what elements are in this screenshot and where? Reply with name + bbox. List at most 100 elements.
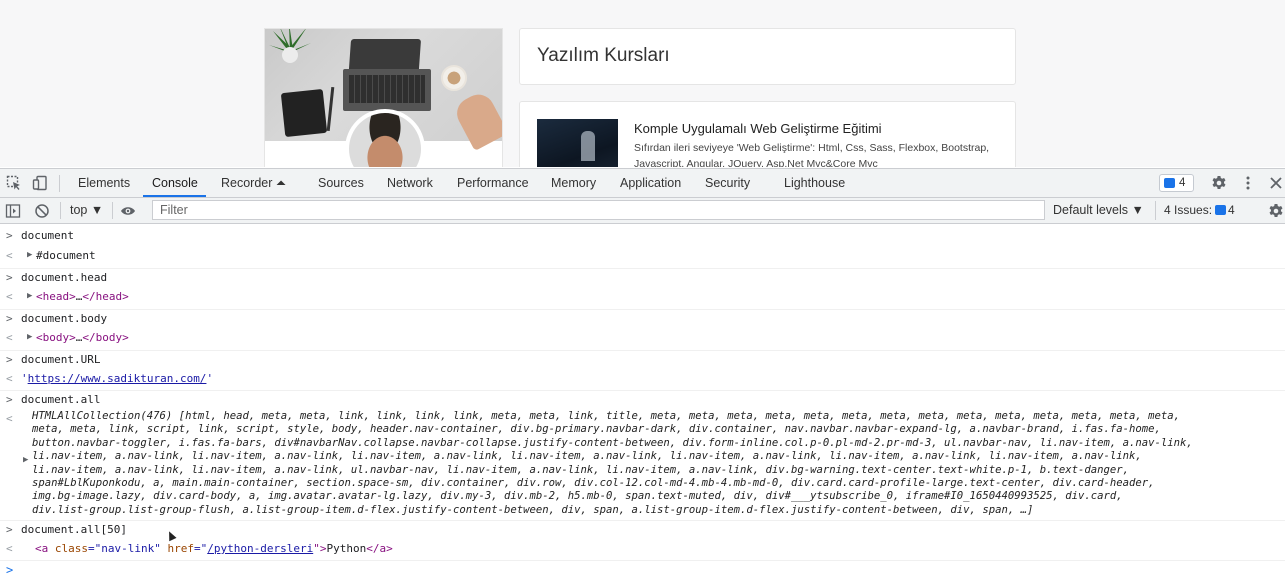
issues-badge-button[interactable]: 4 [1159,174,1194,192]
page-viewport: Yazılım Kursları Komple Uygulamalı Web G… [0,0,1285,167]
gear-icon[interactable] [1211,175,1227,191]
tab-application[interactable]: Application [620,176,681,190]
return-icon: < [6,372,13,385]
profile-card [264,28,503,167]
context-selector[interactable]: top ▼ [70,203,103,217]
tag-open: <a [35,542,55,555]
expand-triangle-icon[interactable]: ▶ [23,455,28,465]
return-icon: < [6,542,13,555]
notebook-image [280,88,328,138]
tag-open: <body> [36,331,76,344]
console-result-line: < ▶ <body>…</body> [0,329,1285,349]
console-input-text[interactable]: document.body [21,312,107,325]
course-card[interactable]: Komple Uygulamalı Web Geliştirme Eğitimi… [519,101,1016,167]
quote-close: ' [206,372,214,385]
attr-equals: =" [193,542,208,555]
log-levels-dropdown[interactable]: Default levels ▼ [1053,203,1144,217]
hand-image [451,89,502,151]
console-input-text[interactable]: document.all[50] [21,523,127,536]
prompt-icon: > [6,312,13,325]
divider [59,175,60,192]
expand-triangle-icon[interactable]: ▶ [27,250,32,260]
href-link[interactable]: /python-dersleri [207,542,313,555]
issues-icon [1215,205,1227,215]
course-description: Sıfırdan ileri seviyeye 'Web Geliştirme'… [634,142,990,167]
live-expression-eye-icon[interactable] [120,203,136,219]
sidebar-toggle-icon[interactable] [5,203,21,219]
collection-text: HTMLAllCollection(476) [html, head, meta… [32,410,1272,517]
console-output[interactable]: > document < ▶ #document > document.head… [0,224,1285,577]
tag-close: </a> [366,542,393,555]
laptop-image [348,39,422,69]
console-toolbar: top ▼ Default levels ▼ 4 Issues: 4 [0,198,1285,224]
prompt-icon: > [6,523,13,536]
console-result-element[interactable]: <head>…</head> [36,290,129,303]
active-tab-indicator [143,195,206,197]
console-input-text[interactable]: document.all [21,393,100,406]
tab-console[interactable]: Console [152,176,198,190]
device-toolbar-icon[interactable] [32,175,48,191]
pen-image [326,86,335,132]
console-input-line: > document.head [0,268,1285,288]
course-thumbnail[interactable] [537,119,618,167]
console-result-collection[interactable]: < ▶ HTMLAllCollection(476) [html, head, … [0,410,1285,520]
tag-close: </body> [82,331,129,344]
attr-name: href [167,542,194,555]
tab-sources[interactable]: Sources [318,176,364,190]
return-icon: < [6,412,13,425]
tab-memory[interactable]: Memory [551,176,596,190]
prompt-icon: > [6,271,13,284]
tab-recorder[interactable]: Recorder ⏶ [221,176,286,191]
tag-mid: "> [313,542,327,555]
tab-lighthouse[interactable]: Lighthouse [784,176,845,190]
console-input-line: > document.all[50] [0,520,1285,540]
tab-performance[interactable]: Performance [457,176,529,190]
clear-console-icon[interactable] [34,203,50,219]
console-settings-gear-icon[interactable] [1268,203,1284,219]
coffee-cup-image [441,65,467,91]
console-input-text[interactable]: document.URL [21,353,100,366]
collection-line: li.nav-item, a.nav-link, li.nav-item, a.… [32,463,1130,476]
console-result-string[interactable]: 'https://www.sadikturan.com/' [21,372,213,385]
attr-value: ="nav-link" [88,542,168,555]
more-options-icon[interactable] [1240,175,1256,191]
section-title: Yazılım Kursları [537,45,670,66]
issues-count-value: 4 [1228,203,1235,217]
input-caret-icon: > [6,563,14,577]
issues-count-label: 4 Issues: [1164,203,1213,217]
console-result-element[interactable]: <body>…</body> [36,331,129,344]
devtools-tabbar: Elements Console Recorder ⏶ Sources Netw… [0,169,1285,198]
url-link[interactable]: https://www.sadikturan.com/ [28,372,207,385]
expand-triangle-icon[interactable]: ▶ [27,332,32,342]
console-result-text[interactable]: #document [36,249,96,262]
console-input-line: > document.body [0,309,1285,329]
collection-line: HTMLAllCollection(476) [html, head, meta… [32,410,1181,422]
console-input-text[interactable]: document.head [21,271,107,284]
course-title[interactable]: Komple Uygulamalı Web Geliştirme Eğitimi [634,121,882,136]
avatar-image [349,113,421,167]
collection-line: button.navbar-toggler, i.fas.fa-bars, di… [32,436,1193,449]
close-icon[interactable] [1268,175,1284,191]
return-icon: < [6,290,13,303]
console-input-text[interactable]: document [21,229,74,242]
console-result-line: < <a class="nav-link" href="/python-ders… [0,540,1285,560]
devtools-panel: Elements Console Recorder ⏶ Sources Netw… [0,168,1285,577]
plant-image [269,29,311,63]
console-input-line: > document.URL [0,350,1285,370]
prompt-icon: > [6,353,13,366]
tab-elements[interactable]: Elements [78,176,130,190]
expand-triangle-icon[interactable]: ▶ [27,291,32,301]
tab-network[interactable]: Network [387,176,433,190]
filter-input[interactable] [152,200,1045,220]
inspect-element-icon[interactable] [6,175,22,191]
collection-line: li.nav-item, a.nav-link, li.nav-item, a.… [32,450,1142,463]
console-result-element[interactable]: <a class="nav-link" href="/python-dersle… [35,542,393,555]
tab-security[interactable]: Security [705,176,750,190]
issues-count-button[interactable]: 4 Issues: 4 [1155,201,1245,220]
console-prompt-line[interactable]: > [0,560,1285,577]
console-input-line: > document [0,227,1285,247]
issues-icon [1164,178,1175,188]
issues-badge-count: 4 [1179,177,1186,189]
divider [60,202,61,219]
attr-name: class [54,542,88,555]
